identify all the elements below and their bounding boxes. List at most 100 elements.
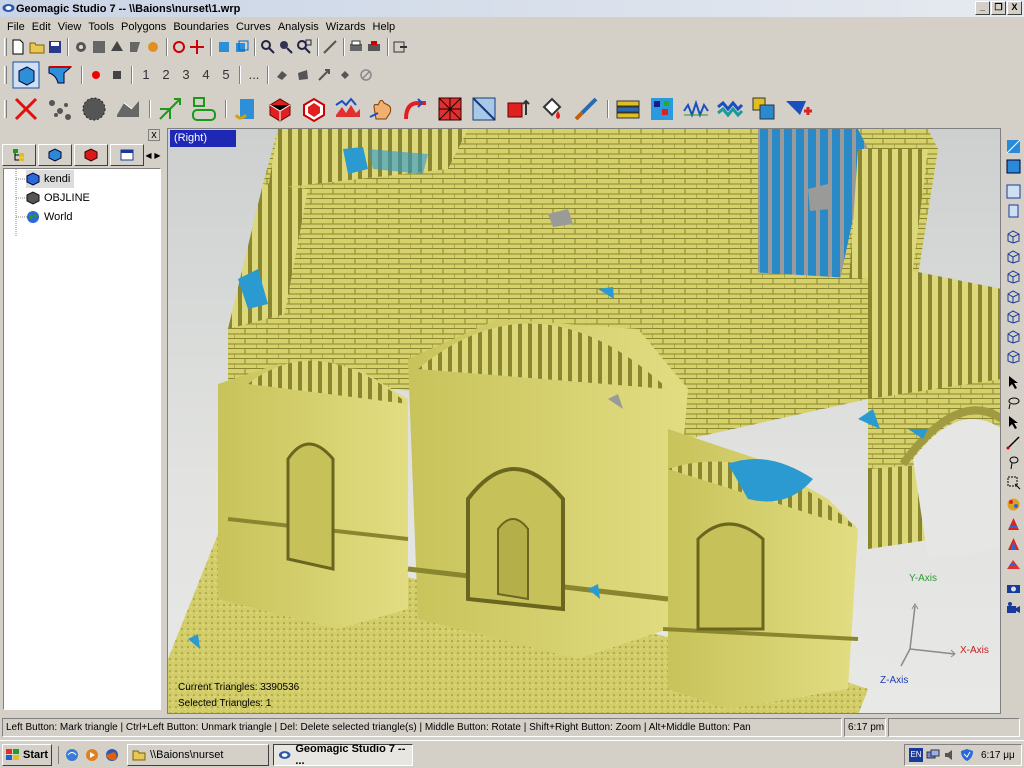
rotate-button[interactable] — [171, 37, 188, 57]
color-select-button[interactable] — [1005, 496, 1022, 513]
zoom-window-button[interactable] — [295, 37, 312, 57]
lights-button[interactable] — [1005, 516, 1022, 533]
language-indicator[interactable]: EN — [909, 748, 923, 762]
tab-display[interactable] — [38, 144, 72, 166]
record-macro-button[interactable] — [86, 65, 106, 85]
media-player-button[interactable] — [83, 746, 101, 764]
menu-boundaries[interactable]: Boundaries — [170, 21, 232, 33]
capture-button[interactable] — [72, 37, 89, 57]
defeature-button[interactable] — [366, 94, 397, 125]
polygon-mode-button[interactable] — [10, 60, 41, 91]
show-desktop-button[interactable] — [63, 746, 81, 764]
start-button[interactable]: Start — [2, 743, 52, 766]
section-button[interactable] — [468, 94, 499, 125]
menu-curves[interactable]: Curves — [233, 21, 274, 33]
minimize-button[interactable]: _ — [975, 1, 990, 15]
menu-wizards[interactable]: Wizards — [323, 21, 369, 33]
3d-viewport[interactable]: (Right) Current Triangles: 3390536 Selec… — [167, 128, 1001, 714]
spotlight-button[interactable] — [1005, 536, 1022, 553]
render-shaded-button[interactable] — [1005, 138, 1022, 155]
view-back-button[interactable] — [1005, 248, 1022, 265]
polygon-button[interactable] — [108, 37, 125, 57]
new-file-button[interactable] — [10, 37, 27, 57]
delete-button[interactable] — [10, 94, 41, 125]
toolbar-grip[interactable] — [4, 66, 7, 84]
camera-button[interactable] — [1005, 580, 1022, 597]
lasso-tool-button[interactable] — [1005, 394, 1022, 411]
manifold-button[interactable] — [230, 94, 261, 125]
macro-more-button[interactable]: ... — [244, 65, 264, 85]
offset-button[interactable] — [502, 94, 533, 125]
curvature-button[interactable] — [680, 94, 711, 125]
shape-button[interactable] — [127, 37, 144, 57]
macro-3-button[interactable]: 3 — [176, 65, 196, 85]
print-button[interactable] — [348, 37, 365, 57]
select-line-button[interactable] — [314, 65, 334, 85]
task-geomagic[interactable]: Geomagic Studio 7 -- ... — [273, 743, 413, 767]
toolbar-grip[interactable] — [4, 100, 7, 118]
clear-selection-button[interactable] — [356, 65, 376, 85]
relax-button[interactable] — [332, 94, 363, 125]
color-ramp-button[interactable] — [1005, 556, 1022, 573]
brush-button[interactable] — [570, 94, 601, 125]
view-iso-button[interactable] — [1005, 348, 1022, 365]
view-top-button[interactable] — [1005, 308, 1022, 325]
tree-item-kendi[interactable]: kendi — [26, 170, 75, 188]
layers-button[interactable] — [612, 94, 643, 125]
paint-button[interactable] — [536, 94, 567, 125]
tab-dialog[interactable] — [110, 144, 144, 166]
save-button[interactable] — [46, 37, 63, 57]
tab-materials[interactable] — [74, 144, 108, 166]
menu-polygons[interactable]: Polygons — [118, 21, 169, 33]
zoom-button[interactable] — [259, 37, 276, 57]
open-file-button[interactable] — [28, 37, 45, 57]
sample-button[interactable] — [78, 94, 109, 125]
macro-4-button[interactable]: 4 — [196, 65, 216, 85]
select-point-button[interactable] — [335, 65, 355, 85]
tab-scroll-left-icon[interactable]: ◀ — [144, 148, 153, 164]
tab-model-tree[interactable] — [2, 144, 36, 166]
reduce-noise-button[interactable] — [44, 94, 75, 125]
tab-scroll-right-icon[interactable]: ▶ — [153, 148, 162, 164]
select-vertex-button[interactable] — [272, 65, 292, 85]
stop-macro-button[interactable] — [107, 65, 127, 85]
add-tag-button[interactable] — [782, 94, 813, 125]
render-points-button[interactable] — [1005, 202, 1022, 219]
menu-analysis[interactable]: Analysis — [275, 21, 322, 33]
view-bottom-button[interactable] — [1005, 328, 1022, 345]
menu-file[interactable]: File — [4, 21, 28, 33]
menu-tools[interactable]: Tools — [85, 21, 117, 33]
task-explorer[interactable]: \\Baions\nurset — [127, 743, 269, 766]
antivirus-shield-icon[interactable] — [960, 748, 974, 762]
select-face-button[interactable] — [293, 65, 313, 85]
shape-mode-button[interactable] — [44, 60, 75, 91]
restore-button[interactable]: ❐ — [991, 1, 1006, 15]
select-tool-button[interactable] — [1005, 374, 1022, 391]
volume-icon[interactable] — [943, 748, 957, 762]
line-select-button[interactable] — [1005, 434, 1022, 451]
wrap-button[interactable] — [112, 94, 143, 125]
render-wire-button[interactable] — [1005, 183, 1022, 200]
view-right-button[interactable] — [1005, 288, 1022, 305]
sharpen-button[interactable] — [400, 94, 431, 125]
zoom-out-button[interactable] — [277, 37, 294, 57]
shell-button[interactable] — [298, 94, 329, 125]
menu-view[interactable]: View — [55, 21, 85, 33]
pointer-tool-button[interactable] — [1005, 414, 1022, 431]
menu-edit[interactable]: Edit — [29, 21, 54, 33]
boundary-button[interactable] — [188, 94, 219, 125]
network-icon[interactable] — [926, 748, 940, 762]
view-button[interactable] — [215, 37, 232, 57]
toolbar-grip[interactable] — [4, 38, 7, 56]
rect-select-button[interactable] — [1005, 474, 1022, 491]
record-view-button[interactable] — [1005, 600, 1022, 617]
view-all-button[interactable] — [233, 37, 250, 57]
compare-button[interactable] — [714, 94, 745, 125]
render-flat-button[interactable] — [1005, 158, 1022, 175]
firefox-button[interactable] — [103, 746, 121, 764]
points-button[interactable] — [90, 37, 107, 57]
close-button[interactable]: X — [1007, 1, 1022, 15]
view-left-button[interactable] — [1005, 268, 1022, 285]
panel-close-button[interactable]: x — [148, 129, 160, 141]
macro-5-button[interactable]: 5 — [216, 65, 236, 85]
